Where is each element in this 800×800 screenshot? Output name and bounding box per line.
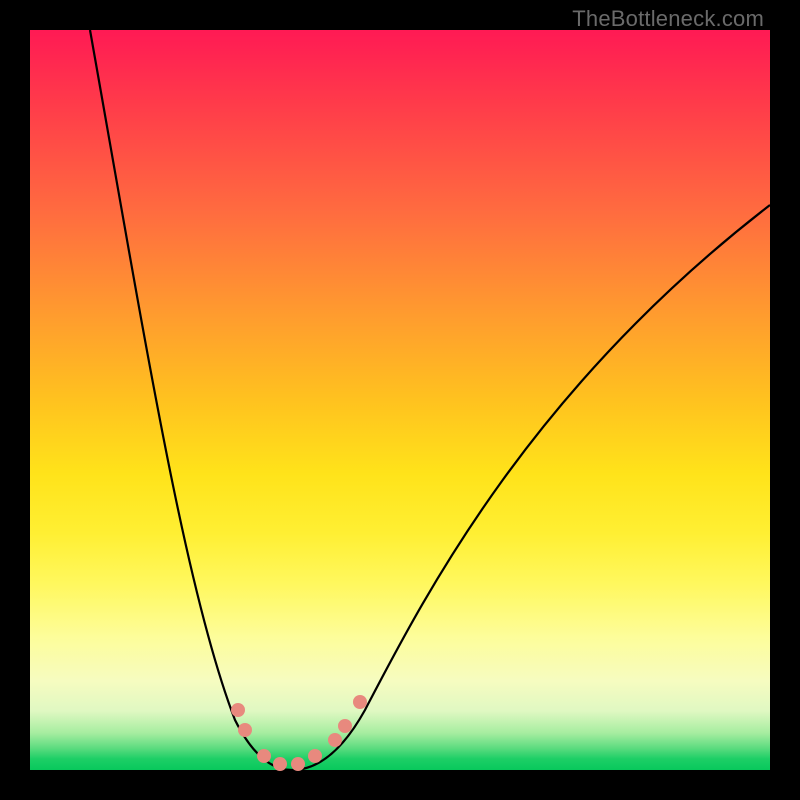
- marker-dot: [308, 749, 322, 763]
- marker-dot: [238, 723, 252, 737]
- marker-dot: [231, 703, 245, 717]
- marker-dot: [291, 757, 305, 771]
- bottleneck-chart: [30, 30, 770, 770]
- marker-dot: [353, 695, 367, 709]
- marker-dot: [328, 733, 342, 747]
- marker-group: [231, 695, 367, 771]
- marker-dot: [257, 749, 271, 763]
- watermark-text: TheBottleneck.com: [572, 6, 764, 32]
- marker-dot: [273, 757, 287, 771]
- marker-dot: [338, 719, 352, 733]
- bottleneck-curve-line: [90, 30, 770, 770]
